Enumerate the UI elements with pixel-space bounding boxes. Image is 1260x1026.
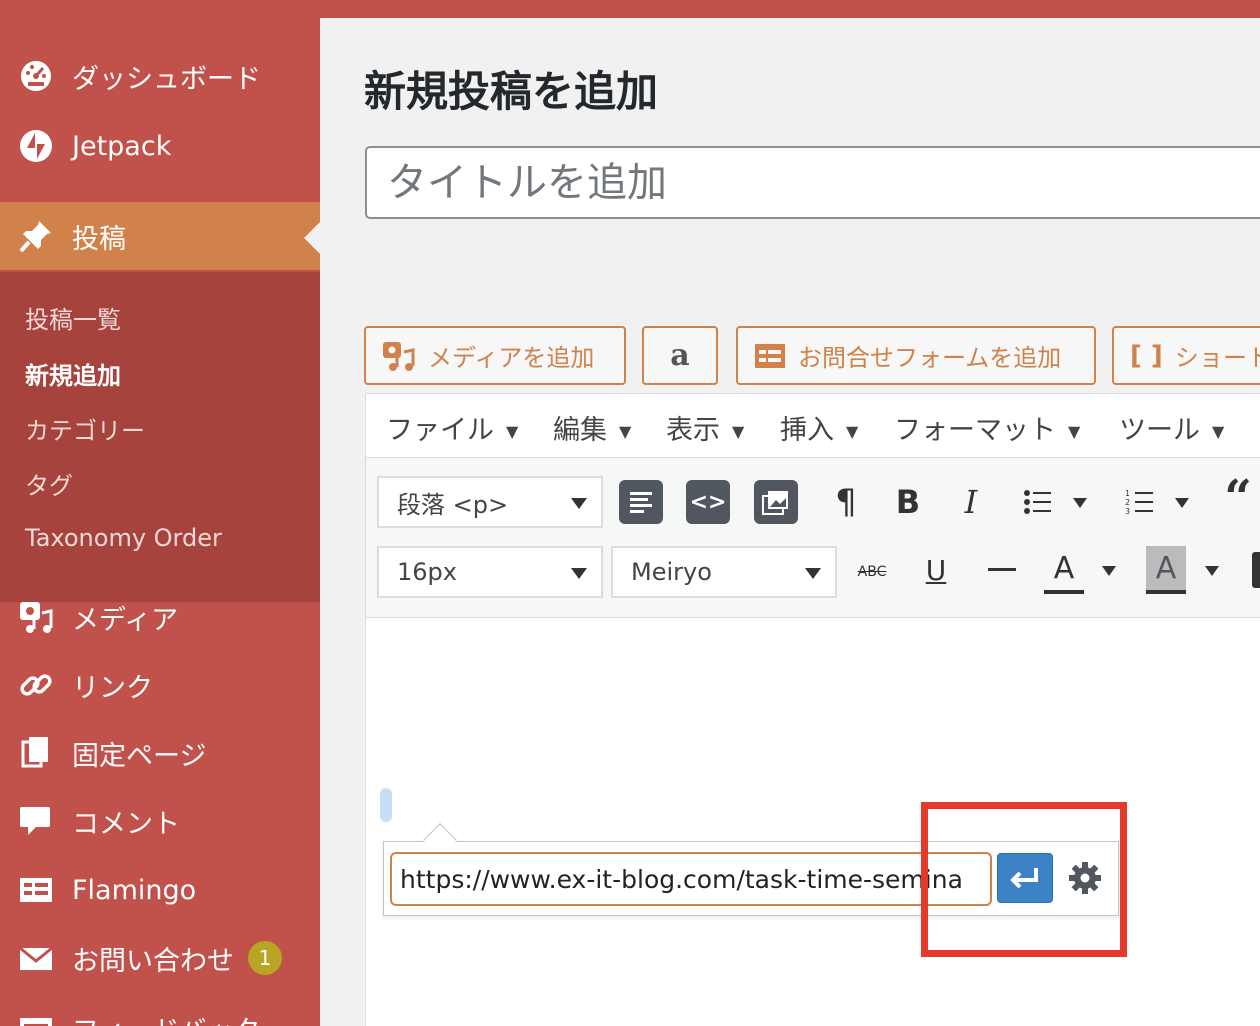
gallery-icon bbox=[762, 491, 788, 515]
sidebar-item-label: Jetpack bbox=[72, 130, 172, 162]
admin-sidebar: ダッシュボード Jetpack 投稿 投稿一覧 新規追加 カテゴリー タグ Ta… bbox=[0, 18, 320, 1026]
dashboard-icon bbox=[18, 58, 54, 94]
sidebar-item-contact[interactable]: お問い合わせ 1 bbox=[0, 924, 320, 992]
sidebar-item-media[interactable]: メディア bbox=[0, 583, 320, 651]
sidebar-item-posts[interactable]: 投稿 bbox=[0, 202, 320, 270]
font-size-select[interactable]: 16px bbox=[377, 546, 603, 598]
sidebar-item-label: メディア bbox=[72, 604, 179, 636]
sidebar-item-comments[interactable]: コメント bbox=[0, 787, 320, 855]
mail-icon bbox=[18, 940, 54, 976]
comment-icon bbox=[18, 803, 54, 839]
sidebar-item-feedback[interactable]: フィードバック bbox=[0, 994, 320, 1026]
flamingo-icon bbox=[18, 872, 54, 908]
strikethrough-icon[interactable]: ABC bbox=[854, 552, 890, 592]
horizontal-rule-icon[interactable] bbox=[984, 550, 1020, 590]
chevron-down-icon[interactable] bbox=[1102, 566, 1116, 576]
post-title-input[interactable] bbox=[365, 146, 1260, 219]
chevron-down-icon[interactable] bbox=[1205, 566, 1219, 576]
sidebar-item-label: お問い合わせ bbox=[72, 945, 234, 977]
add-media-button[interactable]: メディアを追加 bbox=[364, 326, 626, 385]
sidebar-item-dashboard[interactable]: ダッシュボード bbox=[0, 42, 320, 110]
font-family-value: Meiryo bbox=[631, 558, 712, 586]
pin-icon bbox=[18, 218, 54, 254]
editor-toolbar: 段落 <p> <> ¶ B I 123 “ 16px Meiryo ABC U … bbox=[366, 458, 1260, 618]
text-color-icon[interactable]: A bbox=[1044, 546, 1084, 594]
gallery-button[interactable] bbox=[754, 480, 798, 524]
page-break-button[interactable] bbox=[619, 480, 663, 524]
jetpack-icon bbox=[18, 128, 54, 164]
sidebar-item-label: ダッシュボード bbox=[72, 63, 261, 95]
submenu-categories[interactable]: カテゴリー bbox=[25, 411, 145, 446]
paste-icon[interactable] bbox=[1252, 552, 1260, 588]
sidebar-item-links[interactable]: リンク bbox=[0, 651, 320, 719]
chevron-down-icon bbox=[571, 568, 587, 579]
background-color-icon[interactable]: A bbox=[1146, 546, 1186, 594]
add-contact-form-button[interactable]: お問合せフォームを追加 bbox=[736, 326, 1096, 385]
sidebar-item-jetpack[interactable]: Jetpack bbox=[0, 112, 320, 180]
sidebar-item-label: フィードバック bbox=[72, 1009, 260, 1026]
menu-file[interactable]: ファイル ▼ bbox=[386, 408, 518, 447]
format-select[interactable]: 段落 <p> bbox=[377, 476, 603, 528]
submenu-tags[interactable]: タグ bbox=[25, 466, 73, 501]
numbered-list-icon[interactable]: 123 bbox=[1120, 480, 1160, 524]
add-contact-form-label: お問合せフォームを追加 bbox=[798, 344, 1062, 372]
shortcode-button[interactable]: [ ] ショート bbox=[1112, 326, 1260, 385]
chevron-down-icon[interactable] bbox=[1073, 498, 1087, 508]
current-indicator bbox=[304, 222, 320, 254]
sidebar-item-label: Flamingo bbox=[72, 874, 197, 906]
underline-icon[interactable]: U bbox=[918, 550, 954, 590]
svg-text:3: 3 bbox=[1125, 507, 1130, 516]
blockquote-icon[interactable]: “ bbox=[1218, 470, 1258, 526]
italic-icon[interactable]: I bbox=[951, 480, 991, 524]
text-align-icon bbox=[630, 492, 652, 513]
brackets-icon: [ ] bbox=[1130, 340, 1163, 371]
media-icon bbox=[382, 340, 416, 372]
paragraph-icon[interactable]: ¶ bbox=[826, 480, 866, 524]
notification-badge: 1 bbox=[248, 941, 282, 975]
sidebar-item-flamingo[interactable]: Flamingo bbox=[0, 856, 320, 924]
link-icon bbox=[18, 667, 54, 703]
highlight-annotation bbox=[921, 802, 1127, 957]
feedback-icon bbox=[18, 1010, 54, 1026]
sidebar-item-label: リンク bbox=[72, 672, 153, 704]
admin-bar bbox=[0, 0, 1260, 18]
font-family-select[interactable]: Meiryo bbox=[611, 546, 837, 598]
bold-icon[interactable]: B bbox=[888, 480, 928, 524]
svg-text:2: 2 bbox=[1125, 498, 1130, 507]
sidebar-item-label: コメント bbox=[72, 808, 180, 840]
sidebar-item-label: 投稿 bbox=[72, 223, 126, 255]
menu-view[interactable]: 表示 ▼ bbox=[666, 408, 744, 447]
amazon-icon: a bbox=[670, 338, 690, 373]
sidebar-item-label: 固定ページ bbox=[72, 740, 207, 772]
code-button[interactable]: <> bbox=[686, 480, 730, 524]
add-media-label: メディアを追加 bbox=[428, 344, 595, 372]
shortcode-label: ショート bbox=[1174, 344, 1260, 372]
page-title: 新規投稿を追加 bbox=[364, 67, 659, 116]
posts-submenu: 投稿一覧 新規追加 カテゴリー タグ Taxonomy Order bbox=[0, 272, 320, 602]
menu-insert[interactable]: 挿入 ▼ bbox=[780, 408, 858, 447]
chevron-down-icon bbox=[571, 498, 587, 509]
media-icon bbox=[18, 599, 54, 635]
link-url-input[interactable] bbox=[390, 852, 992, 906]
format-select-value: 段落 <p> bbox=[397, 490, 509, 519]
text-cursor bbox=[380, 788, 392, 822]
menu-edit[interactable]: 編集 ▼ bbox=[553, 408, 631, 447]
code-icon: <> bbox=[689, 489, 727, 515]
sidebar-item-pages[interactable]: 固定ページ bbox=[0, 719, 320, 787]
font-size-value: 16px bbox=[397, 558, 457, 586]
editor-menubar: ファイル ▼ 編集 ▼ 表示 ▼ 挿入 ▼ フォーマット ▼ ツール ▼ bbox=[366, 394, 1260, 458]
chevron-down-icon bbox=[805, 568, 821, 579]
menu-tools[interactable]: ツール ▼ bbox=[1119, 408, 1224, 447]
submenu-all-posts[interactable]: 投稿一覧 bbox=[25, 300, 121, 335]
pages-icon bbox=[18, 735, 54, 771]
bullet-list-icon[interactable] bbox=[1018, 480, 1058, 524]
amazon-button[interactable]: a bbox=[642, 326, 718, 385]
submenu-taxonomy-order[interactable]: Taxonomy Order bbox=[25, 524, 222, 552]
submenu-add-new[interactable]: 新規追加 bbox=[25, 356, 121, 391]
svg-text:1: 1 bbox=[1125, 489, 1130, 498]
menu-format[interactable]: フォーマット ▼ bbox=[894, 408, 1080, 447]
chevron-down-icon[interactable] bbox=[1175, 498, 1189, 508]
form-icon bbox=[754, 343, 786, 369]
